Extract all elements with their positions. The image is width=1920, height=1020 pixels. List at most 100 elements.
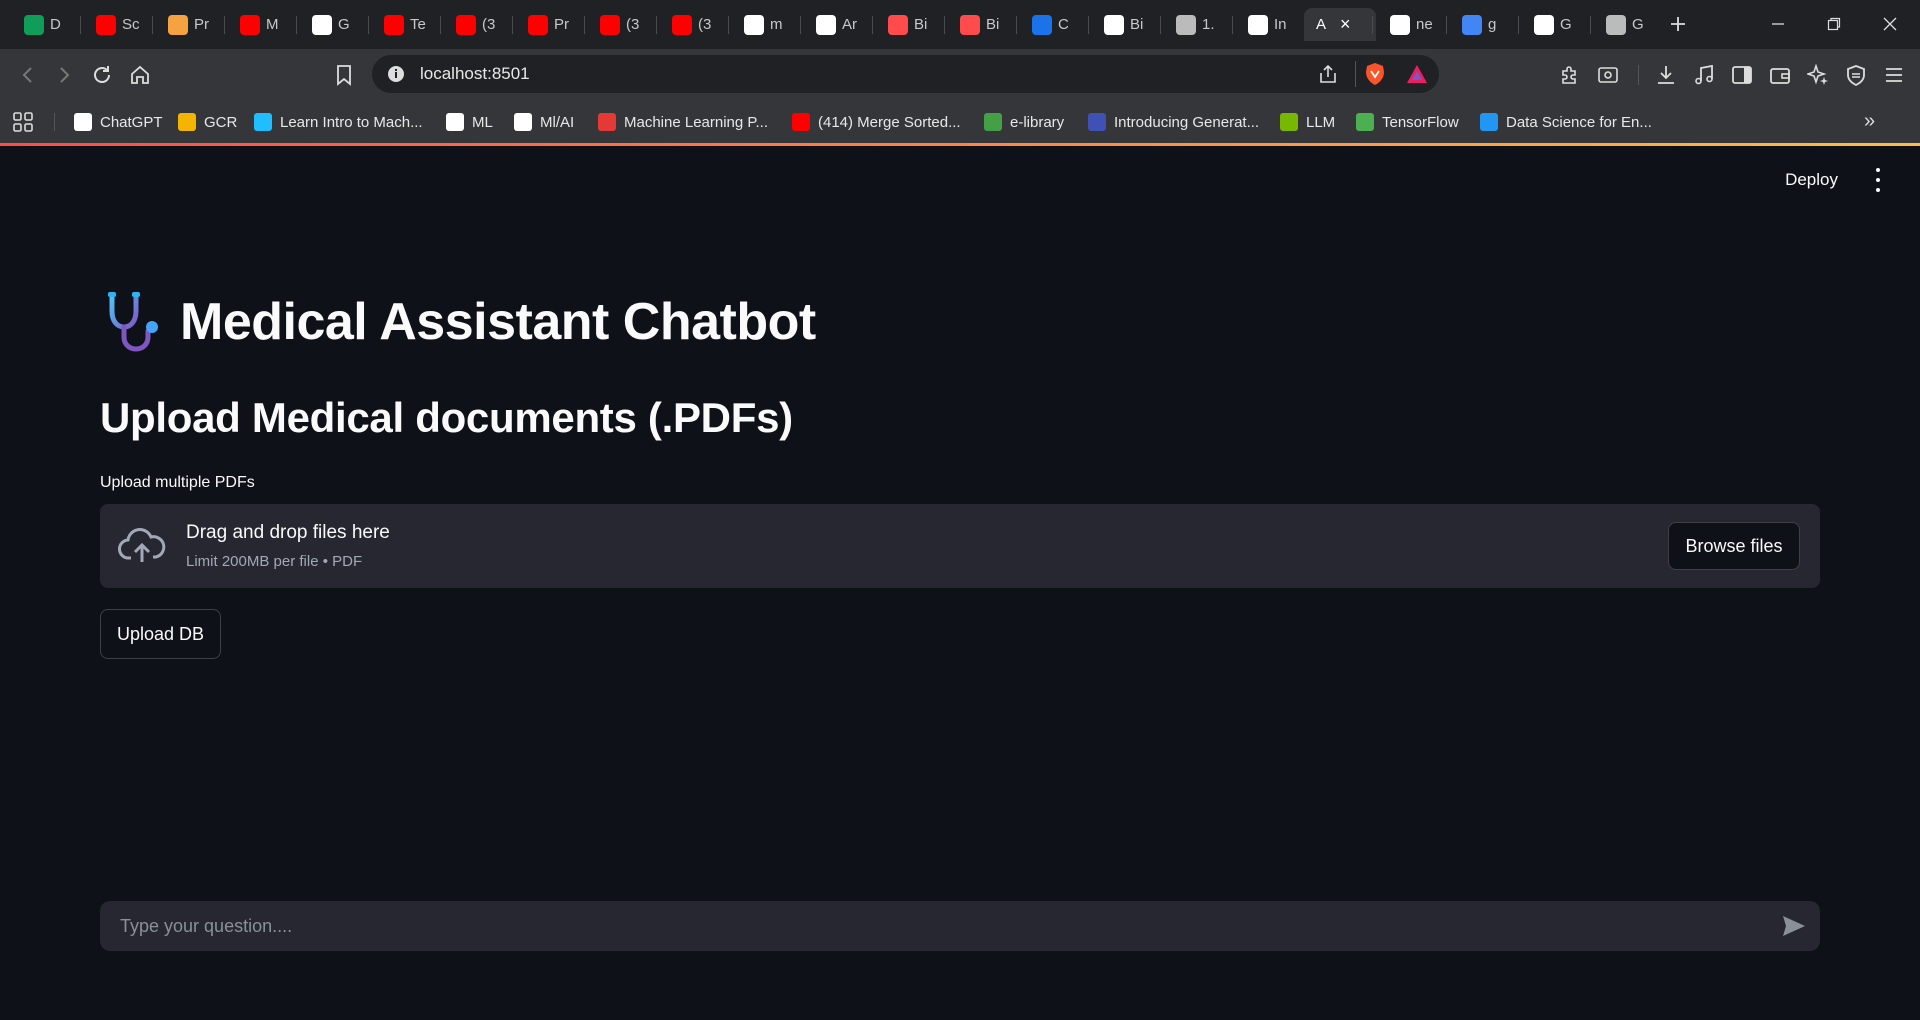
bookmark-item[interactable]: TensorFlow — [1356, 111, 1459, 133]
tab-separator — [224, 16, 225, 34]
browser-tab-label: Ar — [842, 16, 857, 33]
anthropic-icon — [1104, 14, 1124, 35]
youtube-icon — [528, 14, 548, 35]
tab-separator — [1518, 16, 1519, 34]
sidebar-icon — [1732, 66, 1752, 84]
browser-tab-label: Sc — [122, 16, 140, 33]
media-button[interactable] — [1690, 61, 1718, 89]
deploy-button[interactable]: Deploy — [1785, 170, 1838, 190]
browser-tab[interactable]: m — [732, 8, 794, 41]
file-dropzone[interactable]: Drag and drop files here Limit 200MB per… — [100, 504, 1820, 588]
close-window-button[interactable] — [1870, 8, 1910, 40]
browser-tab[interactable]: A × — [1304, 8, 1376, 41]
browser-tab[interactable]: D — [12, 8, 74, 41]
browser-tab[interactable]: G — [1594, 8, 1656, 41]
browser-tab[interactable]: G — [1522, 8, 1584, 41]
address-bar[interactable]: localhost:8501 — [372, 55, 1439, 93]
tab-separator — [296, 16, 297, 34]
bookmark-icon — [598, 113, 616, 131]
browser-tab[interactable]: (3 — [444, 8, 506, 41]
new-tab-button[interactable] — [1658, 8, 1698, 40]
reload-button[interactable] — [88, 61, 116, 89]
browser-tab[interactable]: Ar — [804, 8, 866, 41]
extensions-button[interactable] — [1556, 61, 1584, 89]
wallet-button[interactable] — [1766, 61, 1794, 89]
browser-tab[interactable]: (3 — [660, 8, 722, 41]
tab-separator — [512, 16, 513, 34]
browser-tab[interactable]: Pr — [516, 8, 578, 41]
browser-tab-label: m — [770, 16, 783, 33]
youtube-icon — [600, 14, 620, 35]
back-button[interactable] — [14, 61, 42, 89]
browser-tab[interactable]: Sc — [84, 8, 146, 41]
browser-tab-label: Pr — [554, 16, 569, 33]
tab-separator — [800, 16, 801, 34]
url-text[interactable]: localhost:8501 — [420, 64, 530, 84]
home-button[interactable] — [126, 61, 154, 89]
page-title: Medical Assistant Chatbot — [180, 293, 816, 351]
browser-tab[interactable]: (3 — [588, 8, 650, 41]
sparkle-icon — [1807, 64, 1828, 85]
browser-tab[interactable]: C — [1020, 8, 1082, 41]
close-icon — [1883, 17, 1897, 31]
menu-button[interactable] — [1880, 61, 1908, 89]
browser-tab-label: (3 — [698, 16, 712, 33]
shield-icon — [1847, 65, 1865, 86]
restore-button[interactable] — [1814, 8, 1854, 40]
bookmark-page-button[interactable] — [330, 61, 358, 89]
reload-icon — [94, 66, 110, 83]
browser-tab[interactable]: M — [228, 8, 290, 41]
apps-grid-icon[interactable] — [12, 111, 34, 138]
tab-separator — [584, 16, 585, 34]
share-icon[interactable] — [1317, 63, 1339, 90]
bookmark-item[interactable]: (414) Merge Sorted... — [792, 111, 961, 133]
bookmark-item[interactable]: e-library — [984, 111, 1064, 133]
bookmark-label: ML — [472, 113, 493, 131]
bookmark-item[interactable]: Ml/AI — [514, 111, 574, 133]
bookmark-item[interactable]: Data Science for En... — [1480, 111, 1652, 133]
arrow-left-icon — [22, 67, 32, 83]
downloads-button[interactable] — [1652, 61, 1680, 89]
send-button[interactable] — [1780, 913, 1808, 939]
browser-tab[interactable]: Pr — [156, 8, 218, 41]
bookmark-item[interactable]: GCR — [178, 111, 237, 133]
reader-mode-button[interactable] — [1594, 61, 1622, 89]
sidebar-button[interactable] — [1728, 61, 1756, 89]
tab-separator — [1016, 16, 1017, 34]
bookmark-label: Learn Intro to Mach... — [280, 113, 423, 131]
youtube-icon — [672, 14, 692, 35]
vpn-button[interactable] — [1842, 61, 1870, 89]
google-sheets-icon — [24, 14, 44, 35]
bookmark-item[interactable]: Introducing Generat... — [1088, 111, 1259, 133]
brave-shields-icon[interactable] — [1364, 62, 1386, 91]
browser-tab[interactable]: g — [1450, 8, 1512, 41]
chat-question-input[interactable] — [120, 901, 1740, 951]
site-info-icon[interactable] — [386, 64, 406, 89]
main-menu-kebab-icon[interactable] — [1872, 168, 1884, 192]
bookmark-item[interactable]: ML — [446, 111, 493, 133]
browser-tab[interactable]: In — [1236, 8, 1298, 41]
brave-rewards-icon[interactable] — [1405, 63, 1429, 90]
close-tab-icon[interactable]: × — [1340, 14, 1351, 35]
browser-tab[interactable]: G — [300, 8, 362, 41]
forward-button[interactable] — [50, 61, 78, 89]
browser-tab[interactable]: 1. — [1164, 8, 1226, 41]
browser-tab-label: Bi — [914, 16, 928, 33]
more-bookmarks-icon[interactable]: » — [1864, 110, 1875, 133]
bookmark-item[interactable]: Learn Intro to Mach... — [254, 111, 423, 133]
minimize-button[interactable] — [1758, 8, 1798, 40]
bookmark-item[interactable]: ChatGPT — [74, 111, 163, 133]
browser-tab[interactable]: Te — [372, 8, 434, 41]
bookmark-item[interactable]: LLM — [1280, 111, 1335, 133]
browser-tab[interactable]: Bi — [948, 8, 1010, 41]
browse-files-button[interactable]: Browse files — [1668, 522, 1800, 570]
upload-db-button[interactable]: Upload DB — [100, 609, 221, 659]
browser-tab[interactable]: Bi — [876, 8, 938, 41]
browser-tab[interactable]: ne — [1378, 8, 1440, 41]
youtube-icon — [792, 113, 810, 131]
browser-tab[interactable]: Bi — [1092, 8, 1154, 41]
wallet-icon — [1770, 68, 1790, 84]
bookmark-item[interactable]: Machine Learning P... — [598, 111, 768, 133]
browser-tab-strip: D Sc Pr M G Te (3 Pr (3 (3 m Ar Bi Bi C Bi 1. In A × ne g G G — [0, 0, 1920, 49]
leo-ai-button[interactable] — [1804, 61, 1832, 89]
